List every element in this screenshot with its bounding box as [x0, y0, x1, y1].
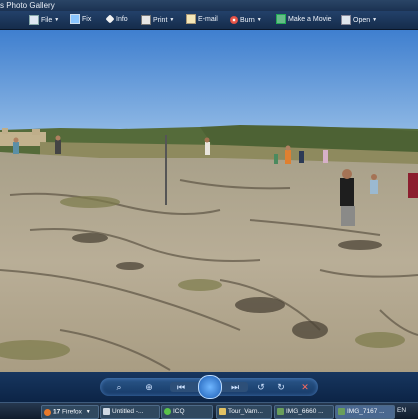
movie-icon — [276, 14, 286, 25]
taskbar-button-icq[interactable]: ICQ — [161, 405, 213, 419]
info-button[interactable]: Info — [105, 11, 128, 29]
file-icon — [29, 15, 39, 25]
title-bar: s Photo Gallery — [0, 0, 418, 11]
print-icon — [141, 15, 151, 25]
taskbar-button-untitled[interactable]: Untitled -... — [100, 405, 160, 419]
pole — [165, 135, 167, 205]
open-menu-button[interactable]: Open ▼ — [341, 11, 377, 29]
email-icon — [186, 14, 196, 25]
make-a-movie-button[interactable]: Make a Movie — [276, 11, 332, 29]
burn-menu-button[interactable]: Burn ▼ — [230, 11, 262, 29]
next-button[interactable]: ⏭ — [226, 378, 244, 396]
rotate-left-icon: ↺ — [257, 382, 265, 392]
control-pill: ⌕ ⊕ ⏮ ⏭ ↺ ↻ ✕ — [100, 375, 318, 399]
photo-icon — [338, 407, 345, 415]
burn-icon — [230, 16, 238, 24]
taskbar-button-tour-varna[interactable]: Tour_Varn... — [216, 405, 272, 419]
taskbar-button-firefox[interactable]: 17 Firefox ▼ — [41, 405, 99, 419]
folder-icon — [219, 407, 226, 415]
photo-viewer[interactable] — [0, 30, 418, 372]
zoom-icon: ⌕ — [116, 382, 122, 392]
rotate-left-button[interactable]: ↺ — [252, 378, 270, 396]
fix-button[interactable]: Fix — [70, 11, 91, 29]
app-icon — [103, 407, 110, 415]
previous-button[interactable]: ⏮ — [172, 378, 190, 396]
delete-icon: ✕ — [301, 382, 309, 392]
slideshow-button[interactable] — [198, 375, 222, 399]
actual-size-icon: ⊕ — [145, 382, 153, 392]
sky — [0, 30, 418, 130]
email-button[interactable]: E-mail — [186, 11, 218, 29]
chevron-down-icon: ▼ — [85, 409, 91, 415]
rotate-right-button[interactable]: ↻ — [272, 378, 290, 396]
language-indicator[interactable]: EN — [397, 405, 406, 417]
toolbar: File ▼ Fix Info Print ▼ E-mail Burn ▼ Make … — [0, 11, 418, 30]
zoom-button[interactable]: ⌕ — [110, 378, 128, 396]
taskbar-button-img-7167[interactable]: IMG_7167 ... — [335, 405, 395, 419]
open-icon — [341, 15, 351, 25]
delete-button[interactable]: ✕ — [296, 378, 314, 396]
chevron-down-icon: ▼ — [169, 17, 175, 23]
taskbar-button-img-6660[interactable]: IMG_6660 ... — [274, 405, 334, 419]
next-icon: ⏭ — [230, 382, 240, 392]
print-menu-button[interactable]: Print ▼ — [141, 11, 174, 29]
chevron-down-icon: ▼ — [54, 17, 60, 23]
file-menu-button[interactable]: File ▼ — [29, 11, 59, 29]
chevron-down-icon: ▼ — [256, 17, 262, 23]
rotate-right-icon: ↻ — [277, 382, 285, 392]
landscape-photo — [0, 30, 418, 372]
playback-control-bar: ⌕ ⊕ ⏮ ⏭ ↺ ↻ ✕ — [0, 372, 418, 402]
fix-icon — [70, 14, 80, 25]
firefox-icon — [44, 408, 51, 416]
previous-icon: ⏮ — [176, 382, 186, 392]
actual-size-button[interactable]: ⊕ — [140, 378, 158, 396]
info-icon — [105, 14, 115, 24]
photo-icon — [277, 407, 284, 415]
chevron-down-icon: ▼ — [372, 17, 378, 23]
window-title: s Photo Gallery — [0, 1, 55, 10]
taskbar: 17 Firefox ▼ Untitled -... ICQ Tour_Varn… — [0, 402, 418, 419]
icq-icon — [164, 407, 171, 415]
